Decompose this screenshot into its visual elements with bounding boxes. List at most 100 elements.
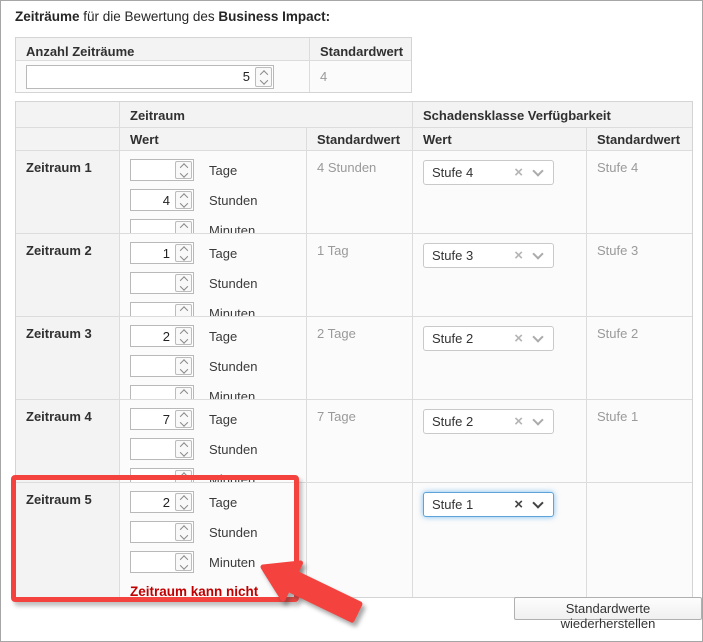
table-row-zeitraum-4: Zeitraum 4 7 Tage Stunden bbox=[16, 400, 692, 483]
chevron-down-icon bbox=[179, 395, 187, 399]
table-row-zeitraum-2: Zeitraum 2 1 Tage Stunden bbox=[16, 234, 692, 317]
schadensklasse-group-header: Schadensklasse Verfügbarkeit bbox=[413, 102, 692, 127]
unit-label-tage: Tage bbox=[209, 495, 237, 510]
chevron-down-icon[interactable] bbox=[532, 165, 543, 176]
table-row-zeitraum-3: Zeitraum 3 2 Tage Stunden bbox=[16, 317, 692, 400]
number-spinner[interactable] bbox=[175, 221, 192, 233]
restore-defaults-button[interactable]: Standardwerte wiederherstellen bbox=[514, 597, 702, 620]
minuten-value bbox=[131, 386, 174, 399]
stunden-input[interactable] bbox=[130, 355, 194, 377]
number-spinner[interactable] bbox=[175, 493, 192, 511]
minuten-input[interactable] bbox=[130, 551, 194, 573]
number-spinner[interactable] bbox=[175, 410, 192, 428]
chevron-down-icon bbox=[179, 531, 187, 539]
table-row-zeitraum-1: Zeitraum 1 Tage 4 Stunden bbox=[16, 151, 692, 234]
chevron-down-icon bbox=[179, 501, 187, 509]
zeitraum-standardwert: 1 Tag bbox=[307, 234, 413, 316]
number-spinner[interactable] bbox=[175, 274, 192, 292]
tage-input[interactable] bbox=[130, 159, 194, 181]
stufe-dropdown[interactable]: Stufe 2 × bbox=[423, 409, 554, 434]
unit-label-minuten: Minuten bbox=[209, 223, 255, 234]
unit-label-stunden: Stunden bbox=[209, 525, 257, 540]
stunden-value bbox=[131, 439, 174, 459]
minuten-value bbox=[131, 220, 174, 233]
clear-x-icon[interactable]: × bbox=[514, 414, 523, 429]
title-business-impact: Business Impact: bbox=[218, 9, 330, 24]
clear-x-icon[interactable]: × bbox=[514, 497, 523, 512]
row-label: Zeitraum 1 bbox=[16, 151, 120, 233]
zeitraeume-settings-page: Zeiträume für die Bewertung des Business… bbox=[0, 0, 703, 642]
number-spinner[interactable] bbox=[175, 244, 192, 262]
unit-label-tage: Tage bbox=[209, 246, 237, 261]
tage-input[interactable]: 7 bbox=[130, 408, 194, 430]
stufe-dropdown[interactable]: Stufe 4 × bbox=[423, 160, 554, 185]
stufe-standardwert bbox=[587, 483, 692, 597]
number-spinner[interactable] bbox=[175, 553, 192, 571]
stunden-value bbox=[131, 522, 174, 542]
corner-header-cell bbox=[16, 102, 120, 127]
number-spinner[interactable] bbox=[175, 191, 192, 209]
corner-subheader-cell bbox=[16, 128, 120, 150]
chevron-down-icon bbox=[259, 76, 267, 84]
minuten-input[interactable] bbox=[130, 219, 194, 233]
number-spinner[interactable] bbox=[175, 327, 192, 345]
stufe-dropdown-value: Stufe 4 bbox=[424, 165, 514, 180]
minuten-input[interactable] bbox=[130, 385, 194, 399]
tage-input[interactable]: 1 bbox=[130, 242, 194, 264]
number-spinner[interactable] bbox=[175, 357, 192, 375]
zeitraeume-main-table: Zeitraum Schadensklasse Verfügbarkeit We… bbox=[15, 101, 693, 598]
unit-label-minuten: Minuten bbox=[209, 472, 255, 483]
stunden-input[interactable] bbox=[130, 521, 194, 543]
chevron-down-icon bbox=[179, 478, 187, 482]
minuten-input[interactable] bbox=[130, 468, 194, 482]
number-spinner[interactable] bbox=[175, 161, 192, 179]
stunden-input[interactable] bbox=[130, 272, 194, 294]
tage-value: 2 bbox=[131, 492, 174, 512]
number-spinner[interactable] bbox=[175, 470, 192, 482]
table-row-zeitraum-5: Zeitraum 5 2 Tage Stunden bbox=[16, 483, 692, 597]
row-label: Zeitraum 3 bbox=[16, 317, 120, 399]
chevron-down-icon[interactable] bbox=[532, 331, 543, 342]
stufe-dropdown[interactable]: Stufe 1 × bbox=[423, 492, 554, 517]
anzahl-zeitraeume-input[interactable]: 5 bbox=[26, 65, 274, 89]
chevron-down-icon[interactable] bbox=[532, 248, 543, 259]
unit-label-tage: Tage bbox=[209, 412, 237, 427]
unit-label-tage: Tage bbox=[209, 329, 237, 344]
anzahl-zeitraeume-value: 5 bbox=[27, 66, 254, 88]
tage-value: 7 bbox=[131, 409, 174, 429]
chevron-down-icon bbox=[179, 252, 187, 260]
title-middle: für die Bewertung des bbox=[80, 9, 219, 24]
stufe-standardwert: Stufe 3 bbox=[587, 234, 692, 316]
chevron-down-icon bbox=[179, 282, 187, 290]
unit-label-stunden: Stunden bbox=[209, 359, 257, 374]
minuten-value bbox=[131, 469, 174, 482]
number-spinner[interactable] bbox=[175, 387, 192, 399]
row-label: Zeitraum 2 bbox=[16, 234, 120, 316]
row-label: Zeitraum 5 bbox=[16, 483, 120, 597]
number-spinner[interactable] bbox=[255, 67, 272, 87]
clear-x-icon[interactable]: × bbox=[514, 165, 523, 180]
tage-input[interactable]: 2 bbox=[130, 491, 194, 513]
stunden-input[interactable] bbox=[130, 438, 194, 460]
stufe-dropdown-value: Stufe 2 bbox=[424, 414, 514, 429]
clear-x-icon[interactable]: × bbox=[514, 248, 523, 263]
number-spinner[interactable] bbox=[175, 523, 192, 541]
minuten-input[interactable] bbox=[130, 302, 194, 316]
row-label: Zeitraum 4 bbox=[16, 400, 120, 482]
tage-input[interactable]: 2 bbox=[130, 325, 194, 347]
stufe-dropdown-value: Stufe 1 bbox=[424, 497, 514, 512]
zeitraum-group-header: Zeitraum bbox=[120, 102, 413, 127]
number-spinner[interactable] bbox=[175, 440, 192, 458]
chevron-down-icon[interactable] bbox=[532, 497, 543, 508]
stunden-value: 4 bbox=[131, 190, 174, 210]
stufe-dropdown[interactable]: Stufe 3 × bbox=[423, 243, 554, 268]
zeitraum-standardwert: 7 Tage bbox=[307, 400, 413, 482]
chevron-down-icon bbox=[179, 229, 187, 233]
stufe-dropdown[interactable]: Stufe 2 × bbox=[423, 326, 554, 351]
stunden-input[interactable]: 4 bbox=[130, 189, 194, 211]
clear-x-icon[interactable]: × bbox=[514, 331, 523, 346]
tage-value: 2 bbox=[131, 326, 174, 346]
number-spinner[interactable] bbox=[175, 304, 192, 316]
chevron-down-icon[interactable] bbox=[532, 414, 543, 425]
validation-error-message: Zeitraum kann nicht kleiner sein. bbox=[130, 581, 300, 597]
